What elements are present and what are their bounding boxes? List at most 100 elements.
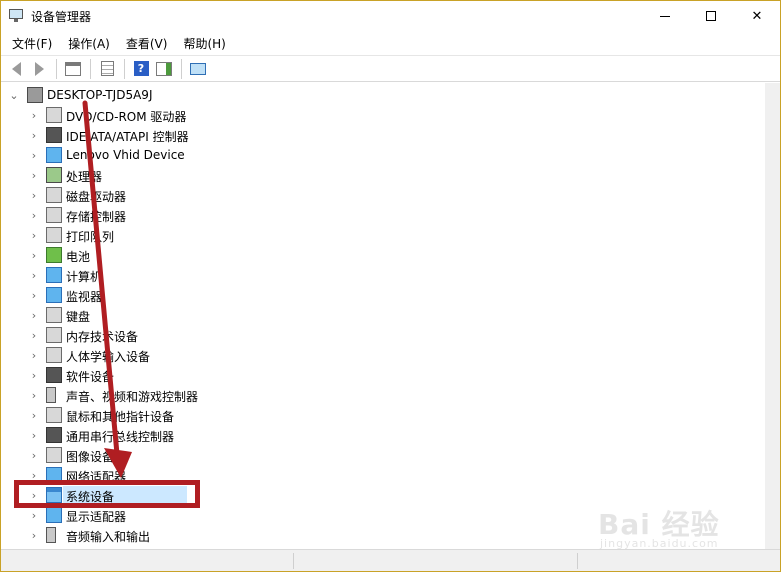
- properties-icon: [65, 61, 81, 76]
- tree-item-label: 图像设备: [66, 450, 115, 464]
- window-title: 设备管理器: [31, 10, 92, 24]
- expand-chevron-icon[interactable]: ›: [29, 385, 39, 405]
- tree-item[interactable]: › IDE ATA/ATAPI 控制器: [1, 125, 765, 145]
- status-bar: [1, 549, 780, 571]
- tree-item[interactable]: › 处理器: [1, 165, 765, 185]
- properties-button[interactable]: [96, 58, 118, 80]
- expand-chevron-icon[interactable]: ›: [29, 425, 39, 445]
- expand-chevron-icon[interactable]: ›: [29, 205, 39, 225]
- keyboard-icon: [46, 307, 62, 323]
- tree-item-label: 软件设备: [66, 370, 115, 384]
- forward-button[interactable]: [28, 58, 50, 80]
- tree-item[interactable]: › 鼠标和其他指针设备: [1, 405, 765, 425]
- audio-io-icon: [46, 527, 56, 543]
- tree-item-label: IDE ATA/ATAPI 控制器: [66, 130, 189, 144]
- speaker-icon: [46, 387, 56, 403]
- expand-chevron-icon[interactable]: ›: [29, 105, 39, 125]
- minimize-button[interactable]: [642, 1, 688, 31]
- tree-item[interactable]: › 图像设备: [1, 445, 765, 465]
- expand-chevron-icon[interactable]: ›: [29, 185, 39, 205]
- expand-chevron-icon[interactable]: ›: [29, 365, 39, 385]
- help-icon: ?: [133, 61, 149, 76]
- expand-chevron-icon[interactable]: ›: [29, 285, 39, 305]
- expand-chevron-icon[interactable]: ›: [29, 405, 39, 425]
- computer-root-icon: [27, 87, 43, 103]
- expand-chevron-icon[interactable]: ›: [29, 165, 39, 185]
- tree-item[interactable]: › 键盘: [1, 305, 765, 325]
- back-button[interactable]: [5, 58, 27, 80]
- help-button[interactable]: ?: [130, 58, 152, 80]
- display-adapter-icon: [46, 507, 62, 523]
- battery-icon: [46, 247, 62, 263]
- tree-item-label: 通用串行总线控制器: [66, 430, 175, 444]
- dvd-drive-icon: [46, 107, 62, 123]
- expand-chevron-icon[interactable]: ›: [29, 145, 39, 165]
- tree-item-label: 监视器: [66, 290, 103, 304]
- tree-item[interactable]: › 电池: [1, 245, 765, 265]
- ide-controller-icon: [46, 127, 62, 143]
- toolbar-separator: [90, 58, 91, 79]
- menu-file[interactable]: 文件(F): [5, 33, 59, 54]
- expand-chevron-icon[interactable]: ›: [29, 505, 39, 525]
- tree-root[interactable]: ⌄ DESKTOP-TJD5A9J: [1, 85, 765, 105]
- status-divider: [293, 553, 294, 569]
- maximize-button[interactable]: [688, 1, 734, 31]
- tree-item-label: 磁盘驱动器: [66, 190, 127, 204]
- tree-item[interactable]: › DVD/CD-ROM 驱动器: [1, 105, 765, 125]
- memory-device-icon: [46, 327, 62, 343]
- tree-item-label: 打印队列: [66, 230, 115, 244]
- collapse-chevron-icon[interactable]: ⌄: [9, 85, 19, 105]
- tree-item[interactable]: › 监视器: [1, 285, 765, 305]
- close-button[interactable]: ✕: [734, 1, 780, 31]
- menu-view[interactable]: 查看(V): [119, 33, 175, 54]
- tree-item[interactable]: › 通用串行总线控制器: [1, 425, 765, 445]
- tree-item[interactable]: › 打印队列: [1, 225, 765, 245]
- expand-chevron-icon[interactable]: ›: [29, 125, 39, 145]
- maximize-icon: [706, 11, 716, 21]
- watermark-url: jingyan.baidu.com: [600, 537, 719, 550]
- minimize-icon: [660, 15, 670, 17]
- printer-icon: [46, 227, 62, 243]
- menu-action[interactable]: 操作(A): [61, 33, 117, 54]
- vertical-scrollbar[interactable]: [765, 83, 780, 549]
- tree-item[interactable]: › 计算机: [1, 265, 765, 285]
- tree-item[interactable]: › 内存技术设备: [1, 325, 765, 345]
- expand-chevron-icon[interactable]: ›: [29, 345, 39, 365]
- expand-chevron-icon[interactable]: ›: [29, 265, 39, 285]
- device-manager-app-icon: [9, 9, 25, 23]
- menu-bar: 文件(F) 操作(A) 查看(V) 帮助(H): [1, 32, 780, 54]
- tree-item[interactable]: › 存储控制器: [1, 205, 765, 225]
- action-pane-button[interactable]: [153, 58, 175, 80]
- tree-item-label: 内存技术设备: [66, 330, 139, 344]
- expand-chevron-icon[interactable]: ›: [29, 245, 39, 265]
- expand-chevron-icon[interactable]: ›: [29, 445, 39, 465]
- expand-chevron-icon[interactable]: ›: [29, 305, 39, 325]
- tree-item-label: 键盘: [66, 310, 91, 324]
- tree-item[interactable]: › 软件设备: [1, 365, 765, 385]
- menu-help[interactable]: 帮助(H): [176, 33, 232, 54]
- scan-monitor-icon: [190, 62, 206, 75]
- monitor-icon: [46, 287, 62, 303]
- forward-arrow-icon: [34, 61, 44, 76]
- title-bar[interactable]: 设备管理器 ✕: [1, 1, 780, 31]
- tree-item[interactable]: › 声音、视频和游戏控制器: [1, 385, 765, 405]
- expand-chevron-icon[interactable]: ›: [29, 325, 39, 345]
- back-arrow-icon: [11, 61, 21, 76]
- software-device-icon: [46, 367, 62, 383]
- toolbar-separator: [124, 58, 125, 79]
- expand-chevron-icon[interactable]: ›: [29, 225, 39, 245]
- tree-item-label: 存储控制器: [66, 210, 127, 224]
- tree-item[interactable]: › Lenovo Vhid Device: [1, 145, 765, 165]
- computer-icon: [46, 267, 62, 283]
- tree-item-label: 电池: [66, 250, 91, 264]
- disk-drive-icon: [46, 187, 62, 203]
- scan-hardware-button[interactable]: [187, 58, 209, 80]
- tree-item-label: 显示适配器: [66, 510, 127, 524]
- tree-item[interactable]: › 磁盘驱动器: [1, 185, 765, 205]
- show-hide-console-tree-button[interactable]: [62, 58, 84, 80]
- tree-item[interactable]: › 人体学输入设备: [1, 345, 765, 365]
- storage-controller-icon: [46, 207, 62, 223]
- expand-chevron-icon[interactable]: ›: [29, 525, 39, 545]
- tree-item-label: 人体学输入设备: [66, 350, 151, 364]
- tree-item-label: 处理器: [66, 170, 103, 184]
